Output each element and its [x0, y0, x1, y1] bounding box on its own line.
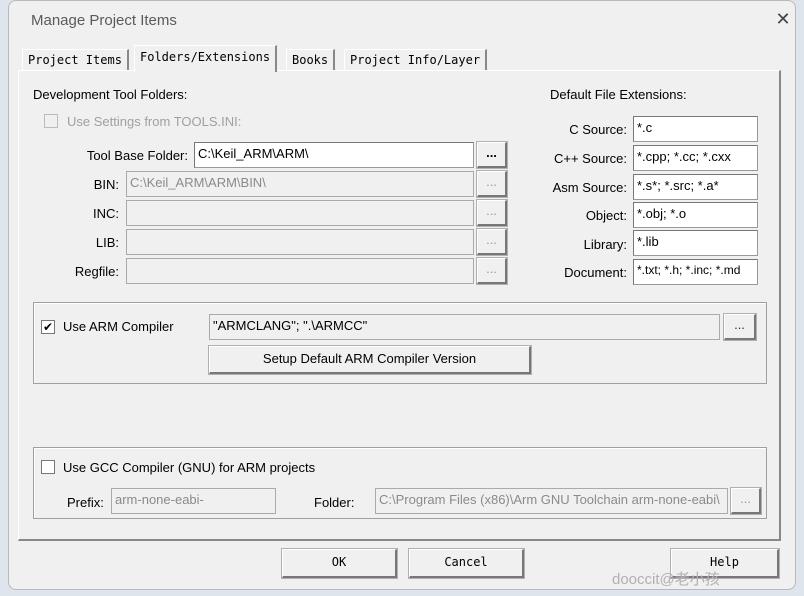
extensions-heading: Default File Extensions: [550, 87, 687, 102]
c-source-input[interactable]: *.c [633, 116, 758, 142]
inc-browse-button[interactable]: ... [476, 199, 508, 227]
setup-default-arm-compiler-button[interactable]: Setup Default ARM Compiler Version [208, 345, 532, 375]
tool-base-folder-input[interactable]: C:\Keil_ARM\ARM\ [194, 142, 474, 168]
asm-source-label: Asm Source: [552, 180, 627, 195]
library-label: Library: [583, 237, 627, 252]
bin-input[interactable]: C:\Keil_ARM\ARM\BIN\ [126, 171, 474, 197]
arm-compiler-input[interactable]: "ARMCLANG"; ".\ARMCC" [209, 314, 720, 340]
cpp-source-input[interactable]: *.cpp; *.cc; *.cxx [633, 145, 758, 171]
arm-compiler-browse-button[interactable]: ... [723, 313, 757, 341]
regfile-browse-button[interactable]: ... [476, 257, 508, 285]
use-gcc-compiler-label: Use GCC Compiler (GNU) for ARM projects [63, 460, 316, 475]
object-label: Object: [585, 208, 627, 223]
tool-base-folder-browse-button[interactable]: ... [476, 141, 508, 169]
tab-books[interactable]: Books [286, 49, 336, 71]
prefix-label: Prefix: [67, 495, 104, 510]
asm-source-input[interactable]: *.s*; *.src; *.a* [633, 174, 758, 200]
use-arm-compiler-checkbox[interactable]: ✔ [41, 320, 55, 334]
close-icon[interactable]: ✕ [773, 9, 793, 30]
inc-label: INC: [93, 206, 119, 221]
tool-base-folder-label: Tool Base Folder: [86, 148, 188, 163]
document-label: Document: [564, 265, 627, 280]
use-gcc-compiler-checkbox[interactable] [41, 460, 55, 474]
bin-browse-button[interactable]: ... [476, 170, 508, 198]
gcc-folder-input[interactable]: C:\Program Files (x86)\Arm GNU Toolchain… [375, 488, 728, 514]
cancel-button[interactable]: Cancel [408, 548, 525, 579]
tab-project-info-layer[interactable]: Project Info/Layer [344, 49, 488, 71]
library-input[interactable]: *.lib [633, 230, 758, 256]
lib-input[interactable] [126, 229, 474, 255]
c-source-label: C Source: [569, 122, 627, 137]
dialog-title: Manage Project Items [31, 12, 177, 29]
regfile-label: Regfile: [74, 264, 119, 279]
lib-label: LIB: [95, 235, 119, 250]
gcc-folder-browse-button[interactable]: ... [730, 487, 762, 515]
tab-folders-extensions[interactable]: Folders/Extensions [134, 45, 278, 72]
object-input[interactable]: *.obj; *.o [633, 202, 758, 228]
tab-project-items[interactable]: Project Items [22, 49, 129, 71]
bin-label: BIN: [93, 177, 119, 192]
document-input[interactable]: *.txt; *.h; *.inc; *.md [633, 259, 758, 285]
cpp-source-label: C++ Source: [554, 151, 627, 166]
use-tools-ini-checkbox[interactable] [44, 114, 58, 128]
inc-input[interactable] [126, 200, 474, 226]
regfile-input[interactable] [126, 258, 474, 284]
ok-button[interactable]: OK [281, 548, 398, 579]
tool-folders-heading: Development Tool Folders: [33, 87, 188, 102]
prefix-input[interactable]: arm-none-eabi- [111, 488, 276, 514]
use-tools-ini-label: Use Settings from TOOLS.INI: [67, 114, 242, 129]
lib-browse-button[interactable]: ... [476, 228, 508, 256]
folder-label: Folder: [314, 495, 355, 510]
watermark: dooccit@老小孩 [612, 571, 720, 588]
use-arm-compiler-label: Use ARM Compiler [63, 319, 174, 334]
